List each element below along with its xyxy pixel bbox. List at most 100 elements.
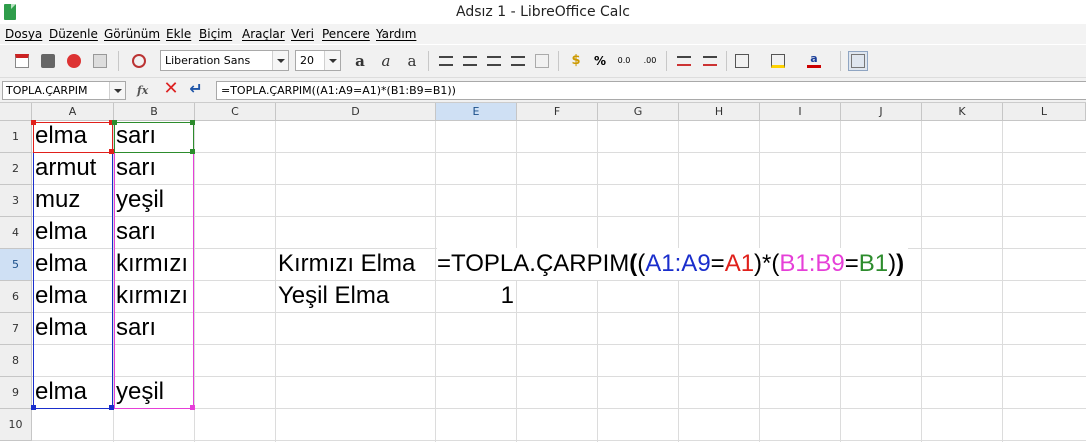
range-handle[interactable] — [190, 120, 195, 125]
formula-bar: TOPLA.ÇARPIM fx ✕ ↵ =TOPLA.ÇARPIM((A1:A9… — [0, 78, 1086, 103]
add-decimal-button[interactable]: .00 — [640, 51, 660, 71]
row-header-8[interactable]: 8 — [0, 345, 32, 377]
range-handle[interactable] — [190, 149, 195, 154]
font-name-select[interactable]: Liberation Sans — [160, 50, 289, 71]
cell-a2[interactable]: armut — [35, 152, 96, 184]
menu-gorunum[interactable]: Görünüm — [104, 27, 160, 41]
menu-bicim[interactable]: Biçim — [199, 27, 232, 41]
underline-button[interactable]: a — [402, 51, 422, 71]
range-handle[interactable] — [109, 149, 114, 154]
font-name-value: Liberation Sans — [165, 54, 251, 67]
row-header-6[interactable]: 6 — [0, 281, 32, 313]
function-wizard-icon[interactable]: fx — [137, 82, 155, 100]
cell-e5-editor[interactable]: =TOPLA.ÇARPIM((A1:A9=A1)*(B1:B9=B1)) — [437, 248, 909, 280]
font-size-select[interactable]: 20 — [295, 50, 341, 71]
export-pdf-button[interactable] — [12, 51, 32, 71]
column-header-k[interactable]: K — [922, 103, 1003, 121]
select-all-corner[interactable] — [0, 103, 32, 121]
column-header-f[interactable]: F — [517, 103, 598, 121]
range-handle[interactable] — [109, 405, 114, 410]
print-button[interactable] — [38, 51, 58, 71]
formula-input-value: =TOPLA.ÇARPIM((A1:A9=A1)*(B1:B9=B1)) — [221, 84, 456, 97]
name-box[interactable]: TOPLA.ÇARPIM — [2, 81, 126, 100]
cell-b5[interactable]: kırmızı — [116, 248, 188, 280]
cell-a6[interactable]: elma — [35, 280, 87, 312]
font-color-button[interactable]: a — [804, 51, 824, 71]
borders-button[interactable] — [732, 51, 752, 71]
column-header-l[interactable]: L — [1003, 103, 1086, 121]
add-decimal-icon: .00 — [643, 56, 657, 65]
cell-b2[interactable]: sarı — [116, 152, 156, 184]
cell-a1[interactable]: elma — [35, 120, 87, 152]
cell-a9[interactable]: elma — [35, 376, 87, 408]
cancel-icon[interactable]: ✕ — [162, 80, 180, 98]
italic-button[interactable]: a — [376, 51, 396, 71]
cell-b4[interactable]: sarı — [116, 216, 156, 248]
row-header-7[interactable]: 7 — [0, 313, 32, 345]
column-header-h[interactable]: H — [679, 103, 760, 121]
cell-a3[interactable]: muz — [35, 184, 80, 216]
chevron-down-icon[interactable] — [272, 51, 288, 70]
align-center-button[interactable] — [460, 51, 480, 71]
menu-veri[interactable]: Veri — [291, 27, 314, 41]
chevron-down-icon[interactable] — [324, 51, 340, 70]
column-header-i[interactable]: I — [760, 103, 841, 121]
align-left-button[interactable] — [436, 51, 456, 71]
name-box-value: TOPLA.ÇARPIM — [6, 84, 88, 97]
spreadsheet-grid[interactable]: A B C D E F G H I J K L 1 2 3 4 5 6 7 8 … — [0, 103, 1086, 442]
column-header-g[interactable]: G — [598, 103, 679, 121]
chevron-down-icon[interactable] — [109, 82, 125, 99]
cell-a4[interactable]: elma — [35, 216, 87, 248]
cell-d6[interactable]: Yeşil Elma — [278, 280, 389, 312]
cell-a7[interactable]: elma — [35, 312, 87, 344]
cell-b9[interactable]: yeşil — [116, 376, 164, 408]
currency-button[interactable]: $ — [566, 51, 586, 71]
row-header-10[interactable]: 10 — [0, 409, 32, 441]
menu-duzenle[interactable]: Düzenle — [49, 27, 98, 41]
column-header-b[interactable]: B — [114, 103, 195, 121]
increase-indent-button[interactable] — [700, 51, 720, 71]
cell-b6[interactable]: kırmızı — [116, 280, 188, 312]
bold-button[interactable]: a — [350, 51, 370, 71]
menu-araclar[interactable]: Araçlar — [242, 27, 285, 41]
row-header-1[interactable]: 1 — [0, 121, 32, 153]
row-header-9[interactable]: 9 — [0, 377, 32, 409]
spellcheck-button[interactable] — [64, 51, 84, 71]
number-format-button[interactable]: 0.0 — [614, 51, 634, 71]
justify-button[interactable] — [508, 51, 528, 71]
decrease-indent-button[interactable] — [674, 51, 694, 71]
range-handle[interactable] — [190, 405, 195, 410]
page-preview-button[interactable] — [90, 51, 110, 71]
accept-icon[interactable]: ↵ — [187, 80, 205, 98]
column-header-j[interactable]: J — [841, 103, 922, 121]
cell-b1[interactable]: sarı — [116, 120, 156, 152]
column-header-e[interactable]: E — [436, 103, 517, 121]
column-header-d[interactable]: D — [276, 103, 436, 121]
gridlines-toggle-button[interactable] — [848, 51, 868, 71]
row-header-2[interactable]: 2 — [0, 153, 32, 185]
formula-paren: ) — [888, 250, 897, 277]
column-header-a[interactable]: A — [32, 103, 114, 121]
cell-a5[interactable]: elma — [35, 248, 87, 280]
column-header-c[interactable]: C — [195, 103, 276, 121]
font-color-icon: a — [807, 53, 821, 68]
formula-ref-b1-b9: B1:B9 — [779, 250, 845, 277]
menu-pencere[interactable]: Pencere — [322, 27, 370, 41]
formula-input[interactable]: =TOPLA.ÇARPIM((A1:A9=A1)*(B1:B9=B1)) — [216, 81, 1086, 100]
merge-cells-button[interactable] — [532, 51, 552, 71]
menu-ekle[interactable]: Ekle — [166, 27, 191, 41]
clock-button[interactable] — [129, 51, 149, 71]
menu-dosya[interactable]: Dosya — [5, 27, 42, 41]
percent-button[interactable]: % — [590, 51, 610, 71]
cell-b7[interactable]: sarı — [116, 312, 156, 344]
cell-b3[interactable]: yeşil — [116, 184, 164, 216]
row-header-5[interactable]: 5 — [0, 249, 32, 281]
formula-ref-a1: A1 — [724, 250, 755, 277]
menu-yardim[interactable]: Yardım — [376, 27, 416, 41]
row-header-4[interactable]: 4 — [0, 217, 32, 249]
align-right-button[interactable] — [484, 51, 504, 71]
cell-d5[interactable]: Kırmızı Elma — [278, 248, 415, 280]
cell-e6[interactable]: 1 — [436, 280, 514, 312]
background-color-button[interactable] — [768, 51, 788, 71]
row-header-3[interactable]: 3 — [0, 185, 32, 217]
